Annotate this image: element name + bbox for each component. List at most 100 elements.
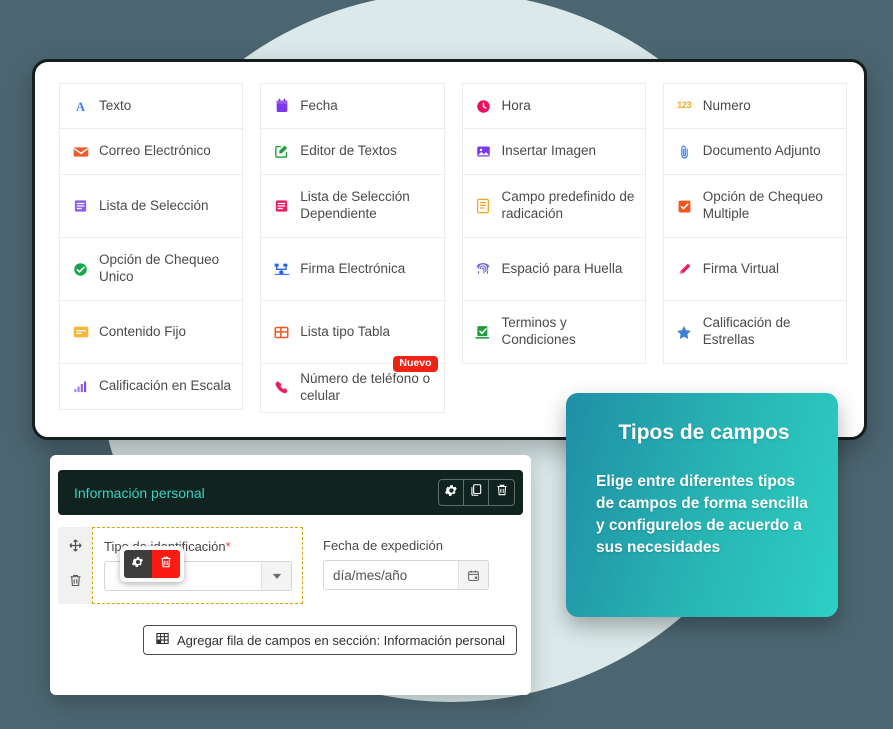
new-badge: Nuevo: [393, 356, 438, 372]
field-type-item[interactable]: Firma Electrónica: [260, 238, 445, 301]
field-type-label: Firma Electrónica: [300, 260, 406, 276]
field-type-item[interactable]: Fecha: [260, 83, 445, 129]
field-type-label: Espació para Huella: [501, 260, 623, 276]
gear-icon: [131, 555, 145, 574]
checkbox-multi-icon: [676, 198, 693, 215]
field-type-label: Calificación de Estrellas: [702, 315, 791, 347]
section-settings-button[interactable]: [439, 480, 464, 505]
field-type-label: Fecha: [300, 97, 338, 113]
copy-icon: [469, 483, 483, 502]
field-types-column-3: Hora Insertar Imagen Campo predefinido de …: [461, 83, 646, 413]
field-type-label: Campo predefinido de radicación: [501, 189, 635, 221]
field-type-item[interactable]: 123 Numero: [662, 83, 847, 129]
field-type-item[interactable]: Lista de Selección Dependiente: [260, 175, 445, 238]
field-popover: [120, 546, 184, 582]
callout-card: Tipos de campos Elige entre diferentes t…: [566, 393, 838, 617]
fixed-content-icon: [72, 324, 89, 341]
document-lines-icon: [475, 198, 492, 215]
field-type-label: Insertar Imagen: [501, 143, 597, 159]
table-grid-icon: [155, 631, 170, 649]
field-type-item[interactable]: Espació para Huella: [461, 238, 646, 301]
field-types-column-1: A Texto Correo Electrónico Lista de Selecci…: [59, 83, 244, 413]
field-type-label: Calificación en Escala: [99, 378, 232, 394]
callout-title: Tipos de campos: [618, 421, 790, 444]
field-types-grid: A Texto Correo Electrónico Lista de Selecci…: [59, 83, 847, 413]
section-delete-button[interactable]: [489, 480, 514, 505]
field-types-column-4: 123 Numero Documento Adjunto Opción de Cheq…: [662, 83, 847, 413]
field-block-issue-date[interactable]: Fecha de expedición día/mes/año: [303, 527, 499, 604]
field-type-item[interactable]: Contenido Fijo: [59, 301, 244, 364]
section-duplicate-button[interactable]: [464, 480, 489, 505]
field-type-item[interactable]: Documento Adjunto: [662, 129, 847, 175]
letter-a-icon: A: [72, 98, 89, 115]
field-type-label: Hora: [501, 97, 531, 113]
field-type-label: Correo Electrónico: [99, 143, 211, 159]
phone-icon: [273, 379, 290, 396]
field-label-issue-date: Fecha de expedición: [323, 538, 443, 553]
trash-icon: [68, 573, 83, 593]
section-header: Información personal: [58, 470, 523, 515]
field-type-item[interactable]: Lista de Selección: [59, 175, 244, 238]
image-icon: [475, 143, 492, 160]
checkbox-terms-icon: [475, 324, 492, 341]
row-handle-column: [58, 527, 92, 604]
trash-icon: [495, 483, 509, 502]
field-type-item[interactable]: Correo Electrónico: [59, 129, 244, 175]
field-type-item[interactable]: Hora: [461, 83, 646, 129]
field-type-item[interactable]: Insertar Imagen: [461, 129, 646, 175]
required-asterisk: *: [225, 539, 231, 554]
signature-node-icon: [273, 261, 290, 278]
move-row-handle[interactable]: [68, 538, 83, 558]
list-dependent-icon: [273, 198, 290, 215]
field-type-item[interactable]: Lista tipo Tabla: [260, 301, 445, 364]
callout-body: Elige entre diferentes tipos de campos d…: [596, 473, 808, 556]
list-select-icon: [72, 198, 89, 215]
svg-text:A: A: [76, 99, 85, 113]
section-title: Información personal: [74, 484, 205, 501]
issue-date-value: día/mes/año: [333, 567, 408, 583]
bar-scale-icon: [72, 378, 89, 395]
field-type-item[interactable]: Editor de Textos: [260, 129, 445, 175]
field-type-item[interactable]: Opción de Chequeo Unico: [59, 238, 244, 301]
delete-field-button[interactable]: [152, 550, 180, 578]
section-toolbar: [438, 479, 515, 506]
field-type-label: Lista de Selección: [99, 197, 209, 213]
trash-icon: [159, 555, 173, 574]
field-type-label: Opción de Chequeo Unico: [99, 252, 220, 284]
calendar-icon: [273, 98, 290, 115]
field-type-item[interactable]: Opción de Chequeo Multiple: [662, 175, 847, 238]
field-type-item[interactable]: A Texto: [59, 83, 244, 129]
field-type-label: Número de teléfono o celular: [300, 371, 431, 403]
chevron-down-icon[interactable]: [261, 562, 291, 590]
paperclip-icon: [676, 143, 693, 160]
field-type-item[interactable]: Número de teléfono o celular Nuevo: [260, 356, 445, 413]
configure-field-button[interactable]: [124, 550, 152, 578]
gear-icon: [444, 483, 459, 503]
fingerprint-icon: [475, 261, 492, 278]
field-type-label: Documento Adjunto: [702, 143, 821, 159]
field-type-item[interactable]: Firma Virtual: [662, 238, 847, 301]
field-type-item[interactable]: Calificación en Escala: [59, 364, 244, 410]
radio-check-icon: [72, 261, 89, 278]
field-type-item[interactable]: Terminos y Condiciones: [461, 301, 646, 364]
field-types-panel: A Texto Correo Electrónico Lista de Selecci…: [32, 59, 867, 440]
add-field-row-button[interactable]: Agregar fila de campos en sección: Infor…: [143, 625, 518, 655]
pen-signature-icon: [676, 261, 693, 278]
field-type-label: Numero: [702, 97, 751, 113]
clock-icon: [475, 98, 492, 115]
field-type-label: Opción de Chequeo Multiple: [702, 189, 823, 221]
issue-date-input[interactable]: día/mes/año: [323, 560, 489, 590]
field-type-item[interactable]: Campo predefinido de radicación: [461, 175, 646, 238]
field-type-label: Firma Virtual: [702, 260, 780, 276]
field-type-label: Editor de Textos: [300, 143, 397, 159]
envelope-icon: [72, 143, 89, 160]
delete-row-handle[interactable]: [68, 573, 83, 593]
field-type-label: Contenido Fijo: [99, 323, 187, 339]
table-grid-icon: [273, 324, 290, 341]
field-type-item[interactable]: Calificación de Estrellas: [662, 301, 847, 364]
calendar-icon[interactable]: [458, 561, 488, 589]
field-type-label: Texto: [99, 97, 132, 113]
field-type-label: Lista de Selección Dependiente: [300, 189, 410, 221]
field-type-label: Terminos y Condiciones: [501, 315, 576, 347]
edit-square-icon: [273, 143, 290, 160]
